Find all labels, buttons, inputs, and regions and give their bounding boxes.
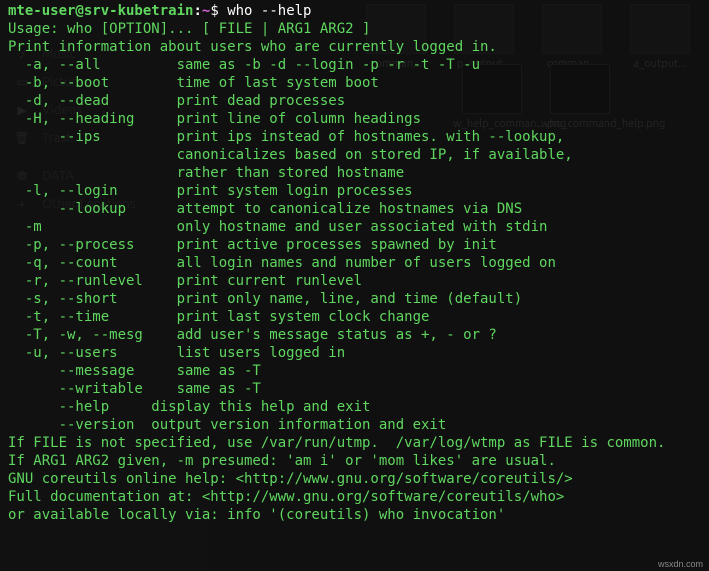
output-line: -H, --heading print line of column headi… — [8, 110, 701, 128]
output-line: -p, --process print active processes spa… — [8, 236, 701, 254]
prompt-dollar: $ — [210, 3, 218, 19]
output-line: -u, --users list users logged in — [8, 344, 701, 362]
output-line: -q, --count all login names and number o… — [8, 254, 701, 272]
output-line: Print information about users who are cu… — [8, 38, 701, 56]
watermark: wsxdn.com — [658, 559, 703, 569]
output-line: --help display this help and exit — [8, 398, 701, 416]
command-text — [219, 3, 227, 19]
output-line: -t, --time print last system clock chang… — [8, 308, 701, 326]
output-line: --ips print ips instead of hostnames. wi… — [8, 128, 701, 146]
prompt-colon: : — [193, 3, 201, 19]
output-line: -b, --boot time of last system boot — [8, 74, 701, 92]
terminal-window[interactable]: mte-user@srv-kubetrain:~$ who --help Usa… — [0, 0, 709, 571]
output-line: --lookup attempt to canonicalize hostnam… — [8, 200, 701, 218]
output-line: -d, --dead print dead processes — [8, 92, 701, 110]
output-line: Usage: who [OPTION]... [ FILE | ARG1 ARG… — [8, 20, 701, 38]
output-line: --version output version information and… — [8, 416, 701, 434]
prompt-line: mte-user@srv-kubetrain:~$ who --help — [8, 2, 701, 20]
output-line: -T, -w, --mesg add user's message status… — [8, 326, 701, 344]
output-line: -r, --runlevel print current runlevel — [8, 272, 701, 290]
command-text: who --help — [227, 3, 311, 19]
output-line: If ARG1 ARG2 given, -m presumed: 'am i' … — [8, 452, 701, 470]
output-line: GNU coreutils online help: <http://www.g… — [8, 470, 701, 488]
output-line: rather than stored hostname — [8, 164, 701, 182]
output-line: Full documentation at: <http://www.gnu.o… — [8, 488, 701, 506]
output-line: -a, --all same as -b -d --login -p -r -t… — [8, 56, 701, 74]
output-line: --message same as -T — [8, 362, 701, 380]
output-line: or available locally via: info '(coreuti… — [8, 506, 701, 524]
output-line: -m only hostname and user associated wit… — [8, 218, 701, 236]
output-line: --writable same as -T — [8, 380, 701, 398]
output-line: If FILE is not specified, use /var/run/u… — [8, 434, 701, 452]
output-line: -s, --short print only name, line, and t… — [8, 290, 701, 308]
prompt-user-host: mte-user@srv-kubetrain — [8, 3, 193, 19]
output-line: -l, --login print system login processes — [8, 182, 701, 200]
output-line: canonicalizes based on stored IP, if ava… — [8, 146, 701, 164]
